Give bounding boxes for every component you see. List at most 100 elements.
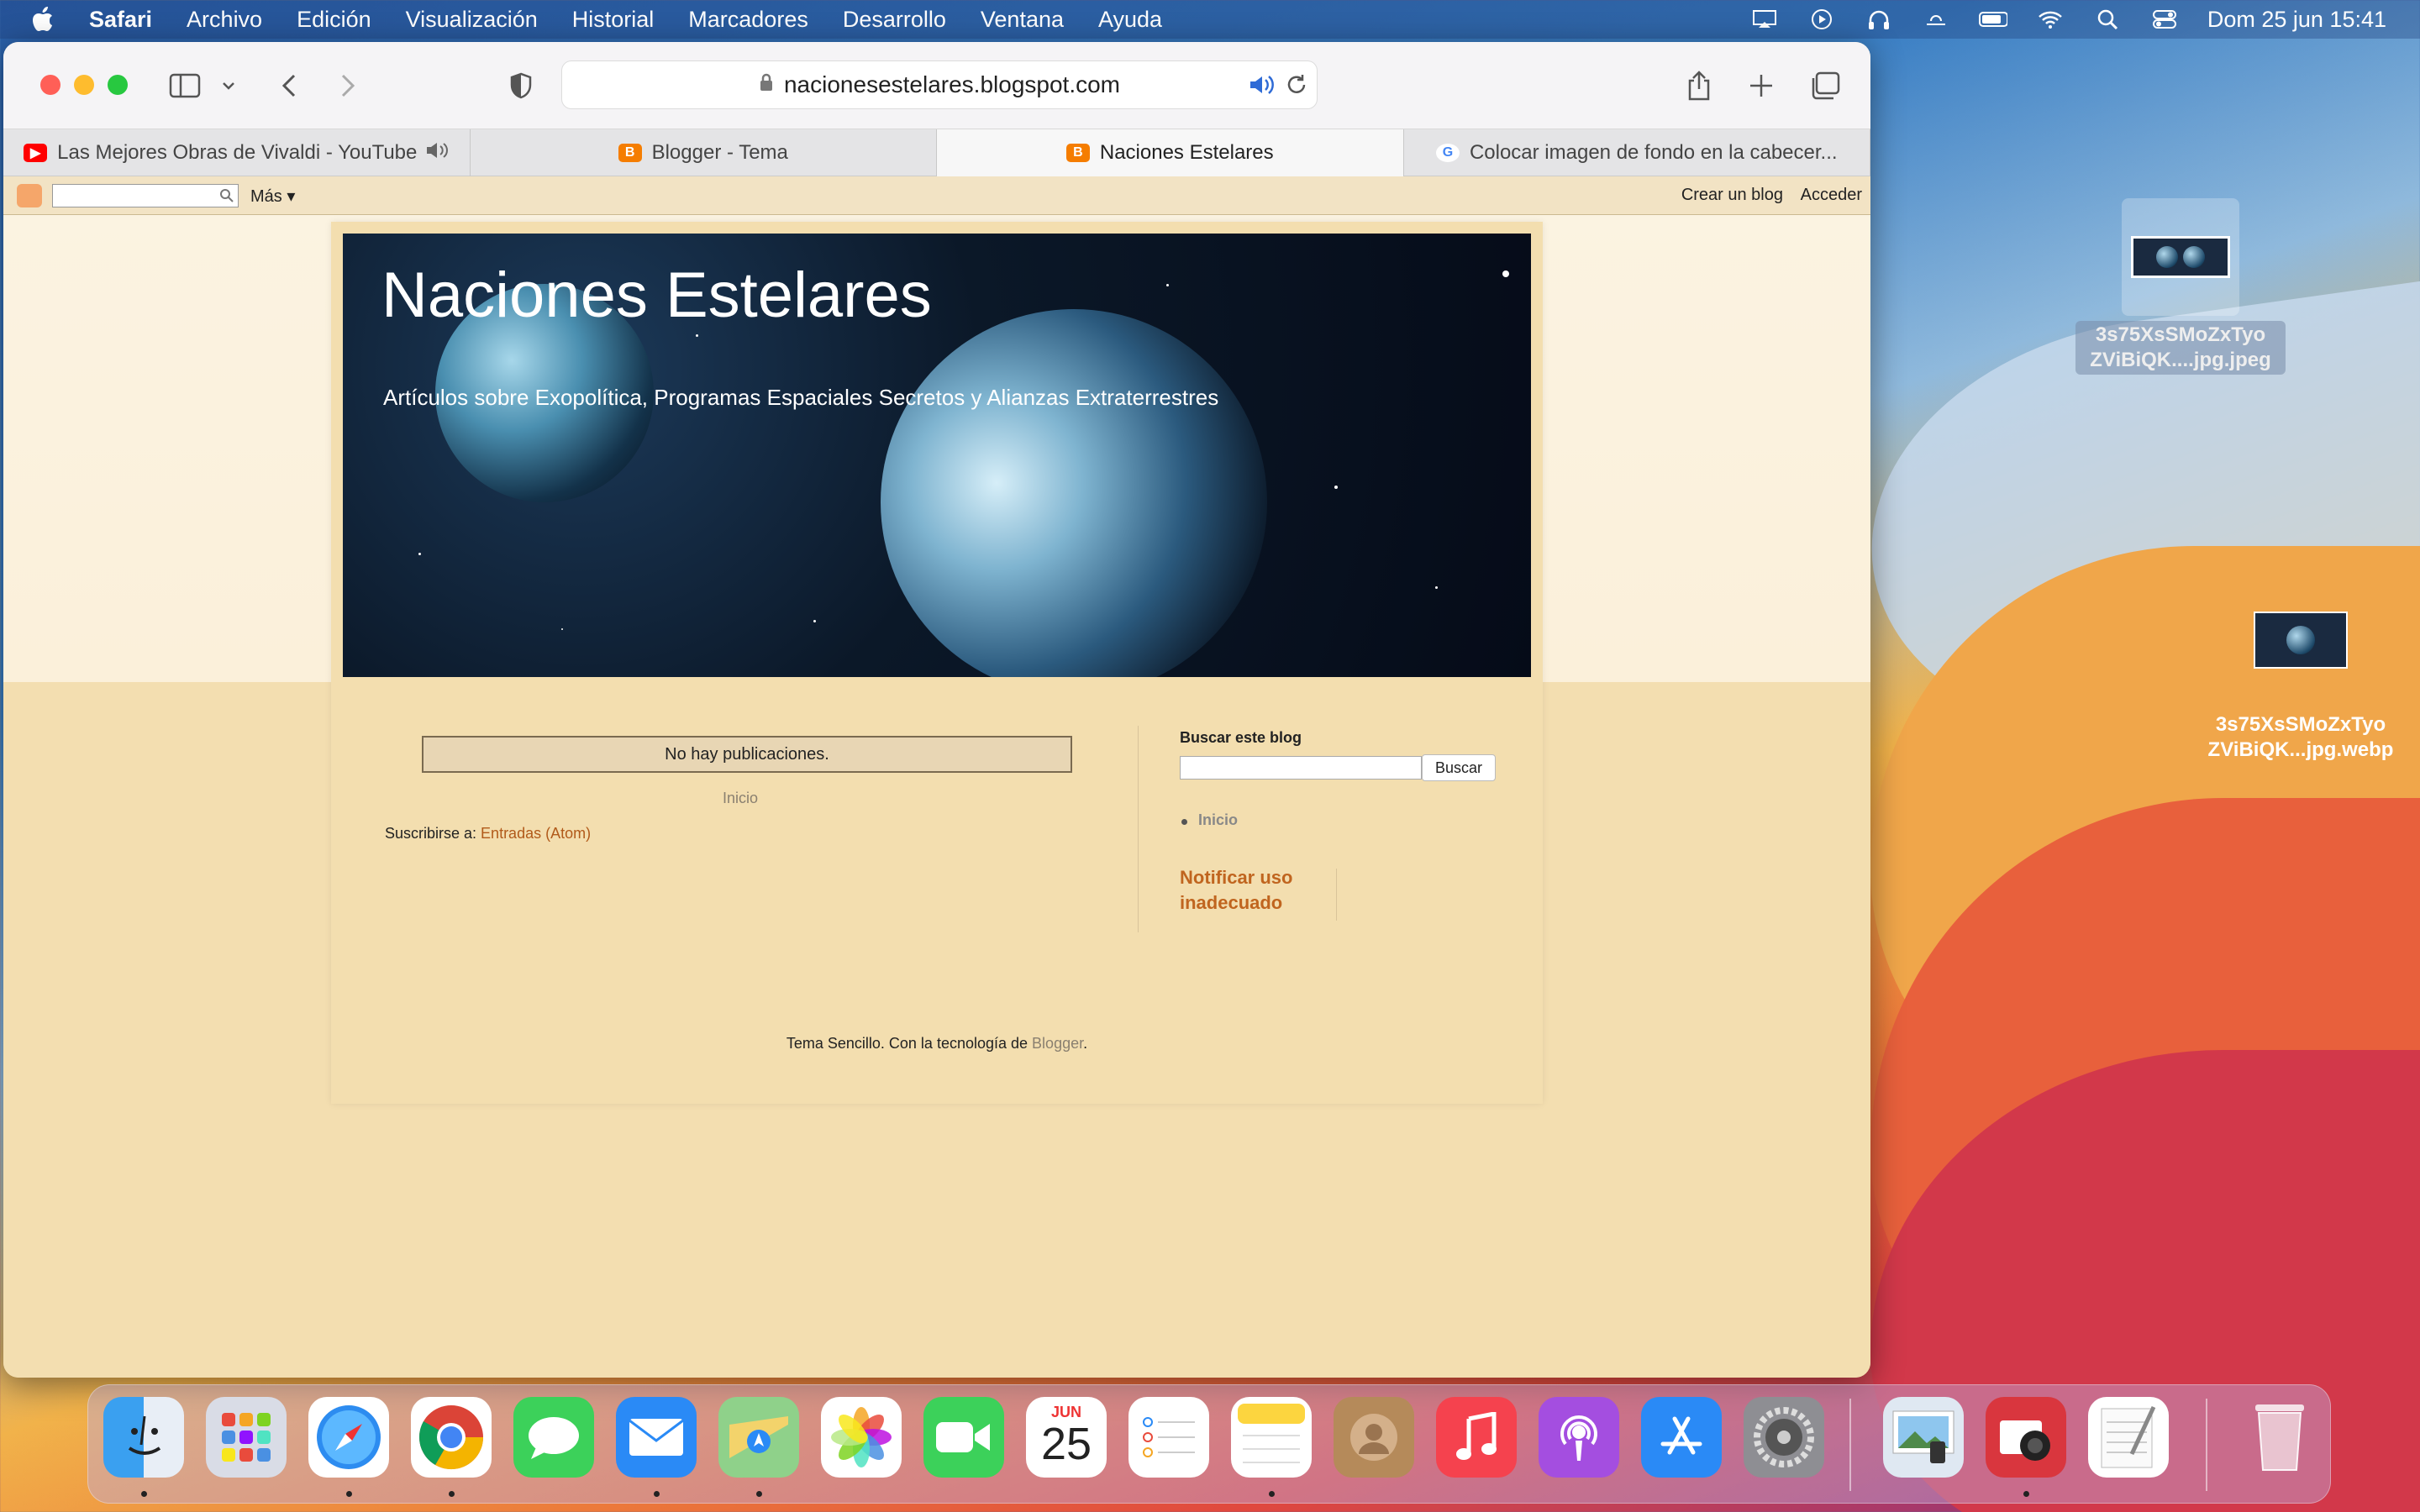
blogger-link[interactable]: Blogger <box>1032 1035 1083 1052</box>
privacy-report-icon[interactable] <box>506 71 536 101</box>
menu-app-name[interactable]: Safari <box>89 7 152 33</box>
tab-naciones-estelares[interactable]: B Naciones Estelares <box>937 129 1404 176</box>
blogger-logo-icon[interactable] <box>17 184 42 207</box>
chrome-icon[interactable] <box>411 1397 492 1478</box>
blog-header-image: Naciones Estelares Artículos sobre Exopo… <box>343 234 1531 677</box>
menu-historial[interactable]: Historial <box>572 7 655 33</box>
atom-feed-link[interactable]: Entradas (Atom) <box>481 825 591 842</box>
menu-archivo[interactable]: Archivo <box>187 7 262 33</box>
safari-icon[interactable] <box>308 1397 389 1478</box>
menu-ayuda[interactable]: Ayuda <box>1098 7 1162 33</box>
navbar-more-menu[interactable]: Más ▾ <box>250 186 295 207</box>
desktop-file-webp[interactable]: 3s75XsSMoZxTyo ZViBiQK...jpg.webp <box>2193 610 2408 763</box>
weather-icon[interactable] <box>1922 8 1950 30</box>
file-name: ZViBiQK....jpg.jpeg <box>2090 349 2271 371</box>
notes-icon[interactable] <box>1231 1397 1312 1478</box>
blog-container: Naciones Estelares Artículos sobre Exopo… <box>331 222 1543 1104</box>
file-name: ZViBiQK...jpg.webp <box>2207 738 2394 761</box>
facetime-icon[interactable] <box>923 1397 1004 1478</box>
photos-icon[interactable] <box>821 1397 902 1478</box>
podcasts-icon[interactable] <box>1539 1397 1619 1478</box>
contacts-icon[interactable] <box>1334 1397 1414 1478</box>
image-thumbnail <box>2254 612 2348 669</box>
tab-bar: ▶ Las Mejores Obras de Vivaldi - YouTube… <box>3 129 1870 176</box>
calendar-icon[interactable]: JUN 25 <box>1026 1397 1107 1478</box>
navbar-search-input[interactable] <box>52 184 239 207</box>
forward-icon[interactable] <box>333 71 363 101</box>
chevron-down-icon[interactable] <box>220 77 237 94</box>
apple-menu-icon[interactable] <box>30 7 55 32</box>
sidebar-divider <box>1138 726 1139 932</box>
youtube-icon: ▶ <box>24 144 48 162</box>
blog-title[interactable]: Naciones Estelares <box>381 259 932 332</box>
minimize-window-button[interactable] <box>74 75 94 95</box>
menubar-clock[interactable]: Dom 25 jun 15:41 <box>2207 7 2386 33</box>
tab-title: Las Mejores Obras de Vivaldi - YouTube <box>57 141 418 164</box>
messages-icon[interactable] <box>513 1397 594 1478</box>
close-window-button[interactable] <box>40 75 60 95</box>
widget-divider <box>1336 869 1337 921</box>
spotlight-search-icon[interactable] <box>2093 8 2122 30</box>
home-link[interactable]: Inicio <box>723 790 758 807</box>
image-thumbnail <box>2131 236 2230 278</box>
new-tab-icon[interactable] <box>1746 71 1776 101</box>
trash-icon[interactable] <box>2239 1397 2320 1478</box>
menu-visualizacion[interactable]: Visualización <box>406 7 538 33</box>
back-icon[interactable] <box>274 71 304 101</box>
screen-mirror-icon[interactable] <box>1750 8 1779 30</box>
tab-overview-icon[interactable] <box>1808 69 1842 102</box>
menu-ventana[interactable]: Ventana <box>981 7 1064 33</box>
battery-icon[interactable] <box>1978 8 2007 30</box>
now-playing-icon[interactable] <box>1807 8 1836 30</box>
tab-audio-icon[interactable] <box>425 141 449 165</box>
blogger-icon: B <box>1065 144 1090 162</box>
search-widget-title: Buscar este blog <box>1180 729 1302 746</box>
page-content: Naciones Estelares Artículos sobre Exopo… <box>3 215 1870 1378</box>
photo-booth-icon[interactable] <box>1986 1397 2066 1478</box>
mail-icon[interactable] <box>616 1397 697 1478</box>
menu-bar: Safari Archivo Edición Visualización His… <box>0 0 2420 39</box>
tab-google-search[interactable]: G Colocar imagen de fondo en la cabecer.… <box>1404 129 1870 176</box>
share-icon[interactable] <box>1682 69 1716 102</box>
finder-icon[interactable] <box>103 1397 184 1478</box>
menu-edicion[interactable]: Edición <box>297 7 371 33</box>
preview-icon[interactable] <box>1883 1397 1964 1478</box>
tab-blogger-tema[interactable]: B Blogger - Tema <box>471 129 937 176</box>
sidebar-page-link[interactable]: Inicio <box>1198 811 1238 829</box>
browser-toolbar: nacionesestelares.blogspot.com <box>3 42 1870 129</box>
speaker-icon[interactable] <box>1248 73 1275 102</box>
wifi-icon[interactable] <box>2036 8 2065 30</box>
control-center-icon[interactable] <box>2150 8 2179 30</box>
sidebar-toggle-icon[interactable] <box>168 72 202 99</box>
lock-icon <box>759 71 774 98</box>
blogger-navbar: Más ▾ Crear un blog Acceder <box>3 176 1870 215</box>
menu-desarrollo[interactable]: Desarrollo <box>843 7 946 33</box>
desktop-file-jpeg[interactable]: 3s75XsSMoZxTyo ZViBiQK....jpg.jpeg <box>2075 198 2286 375</box>
address-bar[interactable]: nacionesestelares.blogspot.com <box>561 60 1318 109</box>
report-abuse-link[interactable]: Notificar uso inadecuado <box>1180 865 1314 916</box>
textedit-icon[interactable] <box>2088 1397 2169 1478</box>
search-button[interactable]: Buscar <box>1422 754 1496 781</box>
dock: JUN 25 <box>87 1384 2331 1504</box>
safari-window: nacionesestelares.blogspot.com ▶ Las Mej… <box>3 42 1870 1378</box>
tab-title: Blogger - Tema <box>651 141 788 164</box>
list-bullet <box>1181 819 1187 825</box>
reminders-icon[interactable] <box>1128 1397 1209 1478</box>
blog-search-input[interactable] <box>1180 756 1422 780</box>
tab-youtube[interactable]: ▶ Las Mejores Obras de Vivaldi - YouTube <box>3 129 471 176</box>
system-preferences-icon[interactable] <box>1744 1397 1824 1478</box>
tab-title: Colocar imagen de fondo en la cabecer... <box>1469 141 1838 164</box>
dock-separator <box>1849 1399 1851 1491</box>
google-icon: G <box>1435 144 1460 162</box>
music-icon[interactable] <box>1436 1397 1517 1478</box>
launchpad-icon[interactable] <box>206 1397 287 1478</box>
app-store-icon[interactable] <box>1641 1397 1722 1478</box>
maps-icon[interactable] <box>718 1397 799 1478</box>
reload-icon[interactable] <box>1285 73 1308 102</box>
sign-in-link[interactable]: Acceder <box>1801 186 1862 205</box>
zoom-window-button[interactable] <box>108 75 128 95</box>
create-blog-link[interactable]: Crear un blog <box>1681 186 1783 205</box>
blog-footer: Tema Sencillo. Con la tecnología de Blog… <box>786 1035 1088 1052</box>
menu-marcadores[interactable]: Marcadores <box>688 7 808 33</box>
headphones-icon[interactable] <box>1865 8 1893 30</box>
